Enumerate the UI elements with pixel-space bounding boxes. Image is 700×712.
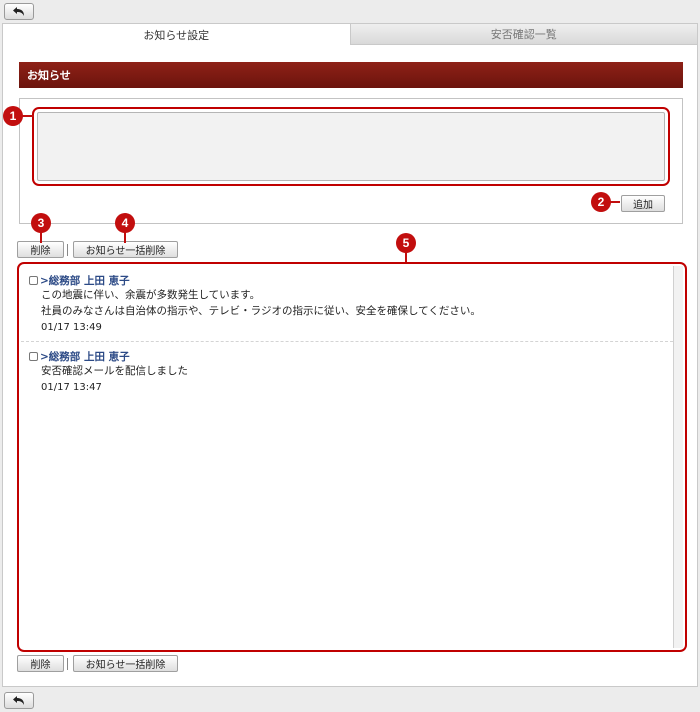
annotation-badge-2: 2	[591, 192, 611, 212]
tab-notice-settings[interactable]: お知らせ設定	[3, 24, 350, 45]
item-divider	[21, 341, 673, 342]
back-arrow-icon	[13, 7, 24, 16]
annotation-connector	[610, 201, 620, 203]
back-arrow-icon	[13, 696, 24, 705]
annotation-badge-4: 4	[115, 213, 135, 233]
message-time: 01/17 13:49	[41, 322, 102, 333]
delete-button-top[interactable]: 削除	[17, 241, 64, 258]
notice-settings-panel: お知らせ設定 安否確認一覧 お知らせ 追加 削除 お知らせ一括削除 >総務部 上…	[2, 23, 698, 687]
annotation-badge-3: 3	[31, 213, 51, 233]
message-text: 社員のみなさんは自治体の指示や、テレビ・ラジオの指示に従い、安全を確保してくださ…	[41, 305, 481, 317]
message-text: 安否確認メールを配信しました	[41, 365, 188, 377]
delete-button-bottom[interactable]: 削除	[17, 655, 64, 672]
tab-bar: お知らせ設定 安否確認一覧	[3, 24, 697, 45]
back-button-bottom[interactable]	[4, 692, 34, 709]
message-checkbox[interactable]	[29, 275, 38, 285]
message-checkbox[interactable]	[29, 351, 38, 361]
tab-safety-list[interactable]: 安否確認一覧	[349, 24, 697, 45]
annotation-connector	[22, 115, 34, 117]
list-item: >総務部 上田 恵子 安否確認メールを配信しました 01/17 13:47	[29, 349, 669, 396]
notice-list[interactable]: >総務部 上田 恵子 この地震に伴い、余震が多数発生しています。 社員のみなさん…	[17, 262, 687, 652]
list-item: >総務部 上田 恵子 この地震に伴い、余震が多数発生しています。 社員のみなさん…	[29, 273, 669, 336]
annotation-connector	[405, 252, 407, 262]
separator	[67, 244, 68, 256]
back-button-top[interactable]	[4, 3, 34, 20]
delete-all-button-top[interactable]: お知らせ一括削除	[73, 241, 178, 258]
message-time: 01/17 13:47	[41, 382, 102, 393]
textarea-highlight	[32, 107, 670, 186]
annotation-badge-5: 5	[396, 233, 416, 253]
message-author: >総務部 上田 恵子	[40, 274, 130, 287]
notice-form: 追加	[19, 98, 683, 224]
add-button[interactable]: 追加	[621, 195, 665, 212]
list-scrollbar[interactable]	[673, 266, 683, 648]
delete-all-button-bottom[interactable]: お知らせ一括削除	[73, 655, 178, 672]
notice-textarea[interactable]	[37, 112, 665, 181]
message-text: この地震に伴い、余震が多数発生しています。	[41, 289, 261, 301]
section-header: お知らせ	[19, 62, 683, 88]
message-author: >総務部 上田 恵子	[40, 350, 130, 363]
annotation-badge-1: 1	[3, 106, 23, 126]
separator	[67, 658, 68, 670]
